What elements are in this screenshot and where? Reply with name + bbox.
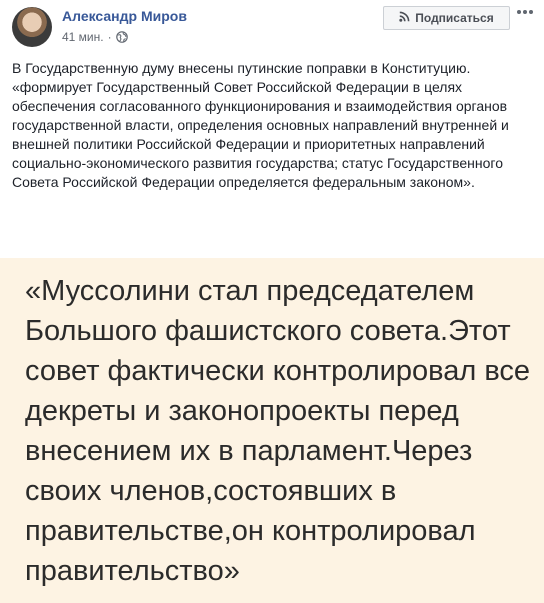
post-header: Александр Миров 41 мин. · Подписаться — [0, 0, 544, 56]
globe-icon[interactable] — [115, 31, 128, 43]
avatar[interactable] — [12, 7, 52, 47]
quote-image[interactable]: «Муссолини стал председателем Большого ф… — [0, 258, 544, 603]
post-timestamp[interactable]: 41 мин. — [62, 30, 104, 44]
post-text-paragraph: «формирует Государственный Совет Российс… — [12, 79, 509, 190]
meta-separator: · — [107, 30, 112, 44]
rss-icon — [399, 11, 410, 25]
post-meta: 41 мин. · — [62, 30, 128, 44]
more-options-icon[interactable] — [514, 4, 536, 20]
post-text-paragraph: В Государственную думу внесены путинские… — [12, 60, 471, 76]
author-name-link[interactable]: Александр Миров — [62, 8, 187, 24]
subscribe-button[interactable]: Подписаться — [383, 6, 510, 30]
post-text: В Государственную думу внесены путинские… — [12, 59, 512, 192]
subscribe-label: Подписаться — [415, 11, 494, 25]
quote-text: «Муссолини стал председателем Большого ф… — [25, 275, 531, 587]
